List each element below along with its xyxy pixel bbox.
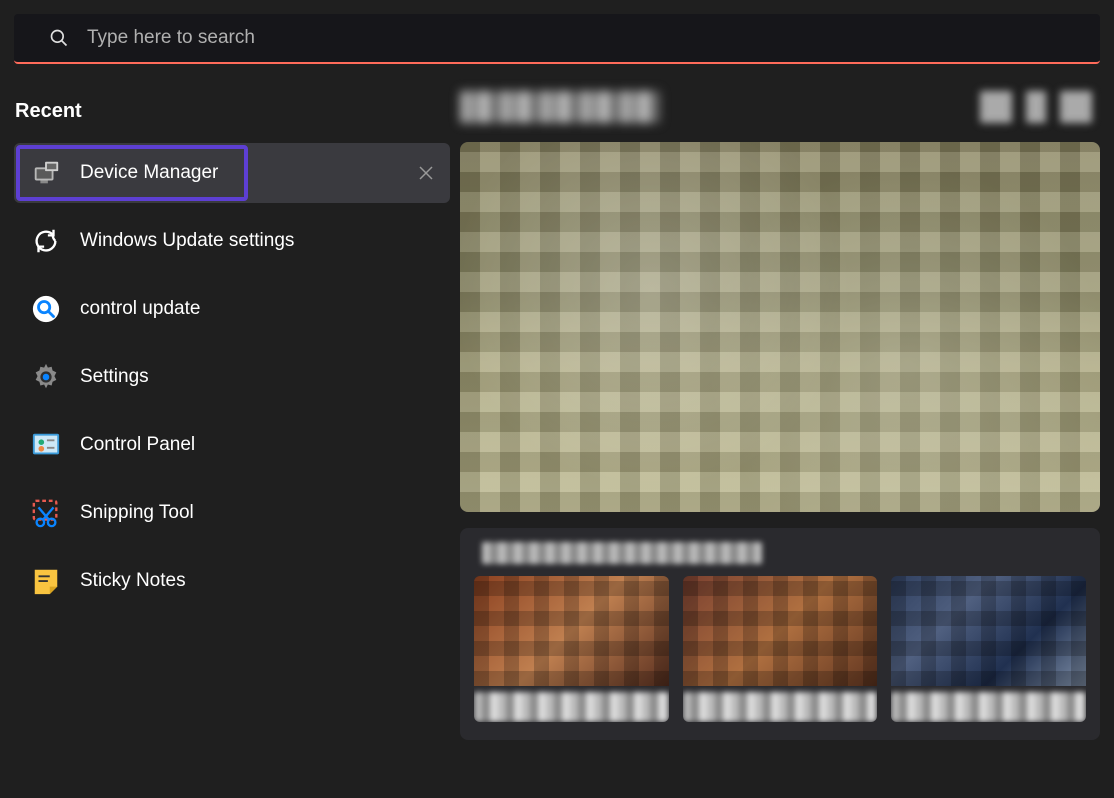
recent-item-control-panel[interactable]: Control Panel [14, 415, 450, 475]
recent-item-label: Device Manager [80, 162, 218, 184]
card-image [683, 576, 878, 686]
recent-item-device-manager[interactable]: Device Manager [14, 143, 450, 203]
featured-image[interactable] [460, 142, 1100, 512]
settings-gear-icon [30, 361, 62, 393]
blurred-icon [1026, 91, 1046, 123]
blurred-title [460, 91, 660, 123]
recent-item-snipping-tool[interactable]: Snipping Tool [14, 483, 450, 543]
content-card[interactable] [683, 576, 878, 722]
recent-item-label: Snipping Tool [80, 502, 194, 524]
snipping-tool-icon [30, 497, 62, 529]
recent-item-settings[interactable]: Settings [14, 347, 450, 407]
recent-item-label: Settings [80, 366, 149, 388]
recent-item-sticky-notes[interactable]: Sticky Notes [14, 551, 450, 611]
control-panel-icon [30, 429, 62, 461]
recent-item-label: control update [80, 298, 200, 320]
content-panel [460, 82, 1114, 740]
blurred-caption [474, 692, 669, 722]
recent-heading: Recent [0, 100, 460, 143]
close-icon[interactable] [414, 161, 438, 185]
blurred-header-icons [980, 91, 1092, 123]
content-card[interactable] [474, 576, 669, 722]
recent-panel: Recent Device Manager [0, 82, 460, 740]
recent-item-windows-update-settings[interactable]: Windows Update settings [14, 211, 450, 271]
search-bar[interactable] [14, 14, 1100, 64]
recent-item-label: Windows Update settings [80, 230, 294, 252]
search-result-icon [30, 293, 62, 325]
blurred-icon [980, 91, 1012, 123]
search-input[interactable] [49, 27, 1100, 49]
device-manager-icon [30, 157, 62, 189]
blurred-caption [891, 692, 1086, 722]
card-image [891, 576, 1086, 686]
update-icon [30, 225, 62, 257]
search-icon [49, 28, 69, 48]
blurred-subtitle [482, 542, 762, 564]
sticky-notes-icon [30, 565, 62, 597]
recent-item-control-update[interactable]: control update [14, 279, 450, 339]
blurred-icon [1060, 91, 1092, 123]
recent-item-label: Sticky Notes [80, 570, 186, 592]
card-image [474, 576, 669, 686]
recent-item-label: Control Panel [80, 434, 195, 456]
card-row-container [460, 528, 1100, 740]
blurred-caption [683, 692, 878, 722]
content-card[interactable] [891, 576, 1086, 722]
content-header [460, 82, 1100, 132]
